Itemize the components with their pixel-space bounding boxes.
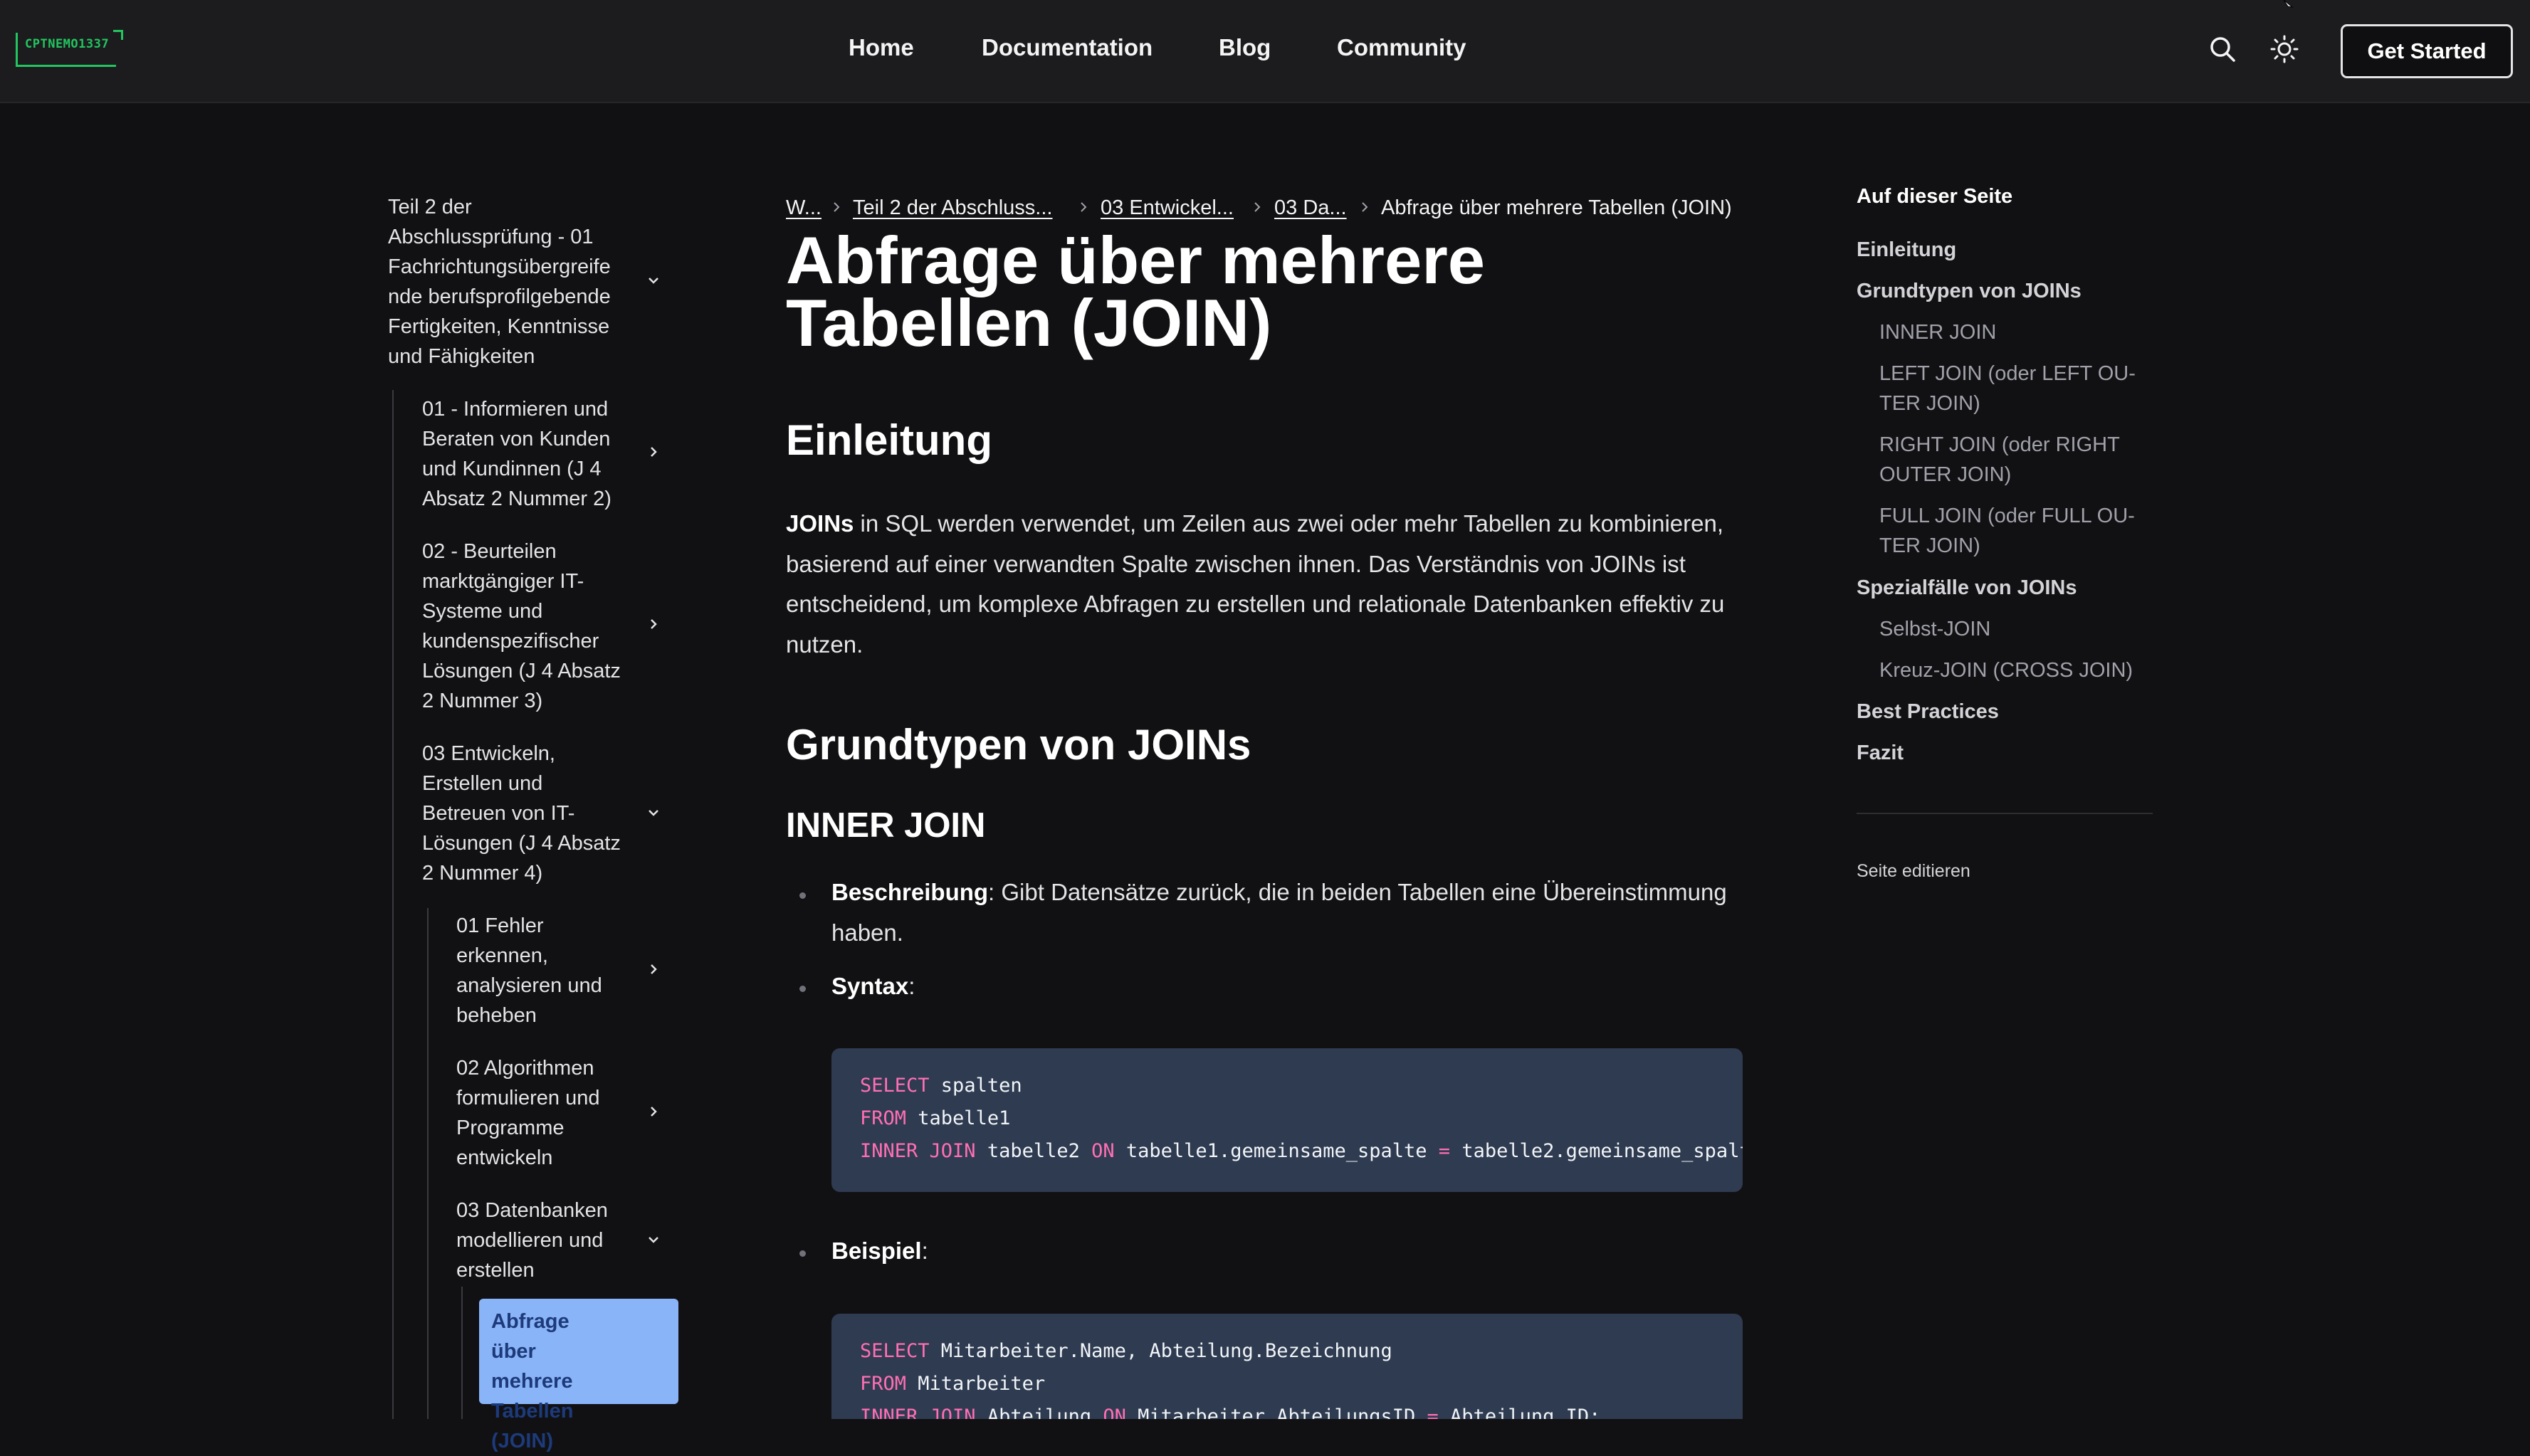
logo-corner-mark	[113, 30, 124, 40]
sidebar-item-03-datenbanken[interactable]: 03 Datenbanken modellieren und erstellen	[456, 1196, 634, 1285]
logo-text: CPTNEMO1337	[25, 37, 110, 51]
toc-item-grundtypen[interactable]: Grundtypen von JOINs	[1857, 276, 2082, 306]
chevron-right-icon[interactable]	[646, 961, 661, 977]
code-operator: =	[1438, 1140, 1451, 1162]
code-keyword: SELECT	[860, 1075, 930, 1097]
bullet-beispiel: Beispiel:	[831, 1231, 1778, 1272]
code-content: SELECT Mitarbeiter.Name, Abteilung.Bezei…	[860, 1335, 1600, 1419]
code-keyword: FROM	[860, 1373, 907, 1395]
code-block-syntax[interactable]: SELECT spalten FROM tabelle1 INNER JOIN …	[831, 1048, 1743, 1192]
chevron-right-icon	[1081, 202, 1087, 212]
code-text: tabelle1.gemeinsame_spalte	[1114, 1140, 1439, 1162]
breadcrumb-item[interactable]: 03 Entwickel...	[1101, 196, 1234, 220]
toc-divider	[1857, 813, 2153, 814]
section-heading-einleitung: Einleitung	[786, 416, 992, 464]
code-keyword: ON	[1091, 1140, 1115, 1162]
intro-text: in SQL werden verwendet, um Zeilen aus z…	[786, 510, 1725, 658]
page-title: Abfrage über mehrere Tabellen (JOIN)	[786, 223, 1486, 360]
toc-item-left-join[interactable]: LEFT JOIN (oder LEFT OU- TER JOIN)	[1879, 359, 2136, 418]
chevron-right-icon	[834, 202, 840, 212]
code-text: tabelle1	[906, 1107, 1011, 1129]
bullet-colon: :	[908, 973, 915, 999]
sidebar-item-01-informieren[interactable]: 01 - Informieren und Beraten von Kunden …	[422, 394, 636, 514]
sidebar-tree-line	[461, 1287, 463, 1419]
breadcrumb-current: Abfrage über mehrere Tabellen (JOIN)	[1381, 196, 1732, 219]
chevron-right-icon[interactable]	[646, 444, 661, 460]
breadcrumb-item[interactable]: 03 Da...	[1274, 196, 1347, 220]
edit-page-link[interactable]: Seite editieren	[1857, 861, 1970, 882]
code-text: spalten	[929, 1075, 1022, 1097]
code-keyword: INNER JOIN	[860, 1140, 976, 1162]
code-text: Abteilung	[975, 1405, 1103, 1419]
code-operator: =	[1427, 1405, 1439, 1419]
bullet-label: Beschreibung	[831, 879, 989, 905]
sidebar-item-02-algorithmen[interactable]: 02 Algorithmen formulieren und Programme…	[456, 1053, 634, 1173]
breadcrumb-item[interactable]: Teil 2 der Abschluss...	[853, 196, 1052, 220]
nav-home[interactable]: Home	[849, 34, 914, 61]
code-block-example[interactable]: SELECT Mitarbeiter.Name, Abteilung.Bezei…	[831, 1314, 1743, 1419]
nav-community[interactable]: Community	[1337, 34, 1466, 61]
toc-item-spezialfaelle[interactable]: Spezialfälle von JOINs	[1857, 573, 2077, 603]
chevron-right-icon	[1254, 202, 1261, 212]
intro-bold: JOINs	[786, 510, 854, 537]
chevron-down-icon[interactable]	[646, 273, 661, 288]
nav-documentation[interactable]: Documentation	[982, 34, 1153, 61]
chevron-down-icon[interactable]	[646, 1232, 661, 1247]
code-keyword: SELECT	[860, 1340, 930, 1362]
code-text: Mitarbeiter	[906, 1373, 1046, 1395]
sidebar-item-03-entwickeln[interactable]: 03 Entwickeln, Erstellen und Betreuen vo…	[422, 739, 636, 888]
chevron-right-icon	[1362, 202, 1368, 212]
top-navbar: CPTNEMO1337 Home Documentation Blog Comm…	[0, 0, 2530, 103]
get-started-button[interactable]: Get Started	[2341, 24, 2513, 78]
bullet-marker	[799, 986, 806, 992]
sidebar-tree-line	[427, 908, 429, 1419]
search-icon[interactable]	[2207, 33, 2238, 65]
code-text: Mitarbeiter.Name, Abteilung.Bezeichnung	[929, 1340, 1392, 1362]
toc-item-full-join[interactable]: FULL JOIN (oder FULL OU- TER JOIN)	[1879, 501, 2135, 561]
sidebar-item-02-beurteilen[interactable]: 02 - Beurteilen marktgängiger IT- System…	[422, 537, 636, 716]
toc-item-selbst-join[interactable]: Selbst-JOIN	[1879, 614, 1990, 644]
bullet-marker	[799, 892, 806, 899]
code-keyword: ON	[1103, 1405, 1126, 1419]
bullet-syntax: Syntax:	[831, 966, 1778, 1007]
site-logo[interactable]: CPTNEMO1337	[16, 30, 124, 67]
sidebar-item-active-label[interactable]: Abfrage über mehrere Tabellen (JOIN)	[491, 1307, 574, 1456]
toc-item-cross-join[interactable]: Kreuz-JOIN (CROSS JOIN)	[1879, 655, 2133, 685]
intro-paragraph: JOINs in SQL werden verwendet, um Zeilen…	[786, 504, 1768, 665]
section-heading-grundtypen: Grundtypen von JOINs	[786, 721, 1251, 769]
chevron-right-icon[interactable]	[646, 616, 661, 632]
code-content: SELECT spalten FROM tabelle1 INNER JOIN …	[860, 1070, 1743, 1168]
code-keyword: FROM	[860, 1107, 907, 1129]
mouse-cursor-icon	[2283, 0, 2294, 8]
chevron-down-icon[interactable]	[646, 805, 661, 821]
bullet-beschreibung: Beschreibung: Gibt Datensätze zurück, di…	[831, 872, 1778, 953]
bullet-label: Beispiel	[831, 1238, 922, 1264]
bullet-marker	[799, 1250, 806, 1257]
code-text: Mitarbeiter.AbteilungsID	[1125, 1405, 1427, 1419]
subsection-heading-inner-join: INNER JOIN	[786, 806, 986, 845]
bullet-label: Syntax	[831, 973, 909, 999]
sidebar-item-01-fehler[interactable]: 01 Fehler erkennen, analysieren und behe…	[456, 911, 634, 1030]
breadcrumb-item[interactable]: W...	[786, 196, 822, 220]
toc-item-fazit[interactable]: Fazit	[1857, 738, 1904, 768]
chevron-right-icon[interactable]	[646, 1104, 661, 1119]
sidebar-tree-line	[392, 390, 394, 1419]
code-text: Abteilung.ID;	[1438, 1405, 1601, 1419]
code-text: tabelle2.gemeinsame_spalte;	[1450, 1140, 1743, 1162]
toc-item-inner-join[interactable]: INNER JOIN	[1879, 317, 1996, 347]
toc-item-best-practices[interactable]: Best Practices	[1857, 697, 1999, 727]
sidebar-item-teil2[interactable]: Teil 2 der Abschlussprüfung - 01 Fachric…	[388, 192, 630, 371]
toc-title: Auf dieser Seite	[1857, 185, 2013, 208]
toc-item-einleitung[interactable]: Einleitung	[1857, 235, 1956, 265]
code-keyword: INNER JOIN	[860, 1405, 976, 1419]
theme-toggle-sun-icon[interactable]	[2269, 33, 2300, 65]
bullet-colon: :	[921, 1238, 928, 1264]
toc-item-right-join[interactable]: RIGHT JOIN (oder RIGHT OUTER JOIN)	[1879, 430, 2120, 490]
code-text: tabelle2	[975, 1140, 1092, 1162]
nav-blog[interactable]: Blog	[1219, 34, 1271, 61]
